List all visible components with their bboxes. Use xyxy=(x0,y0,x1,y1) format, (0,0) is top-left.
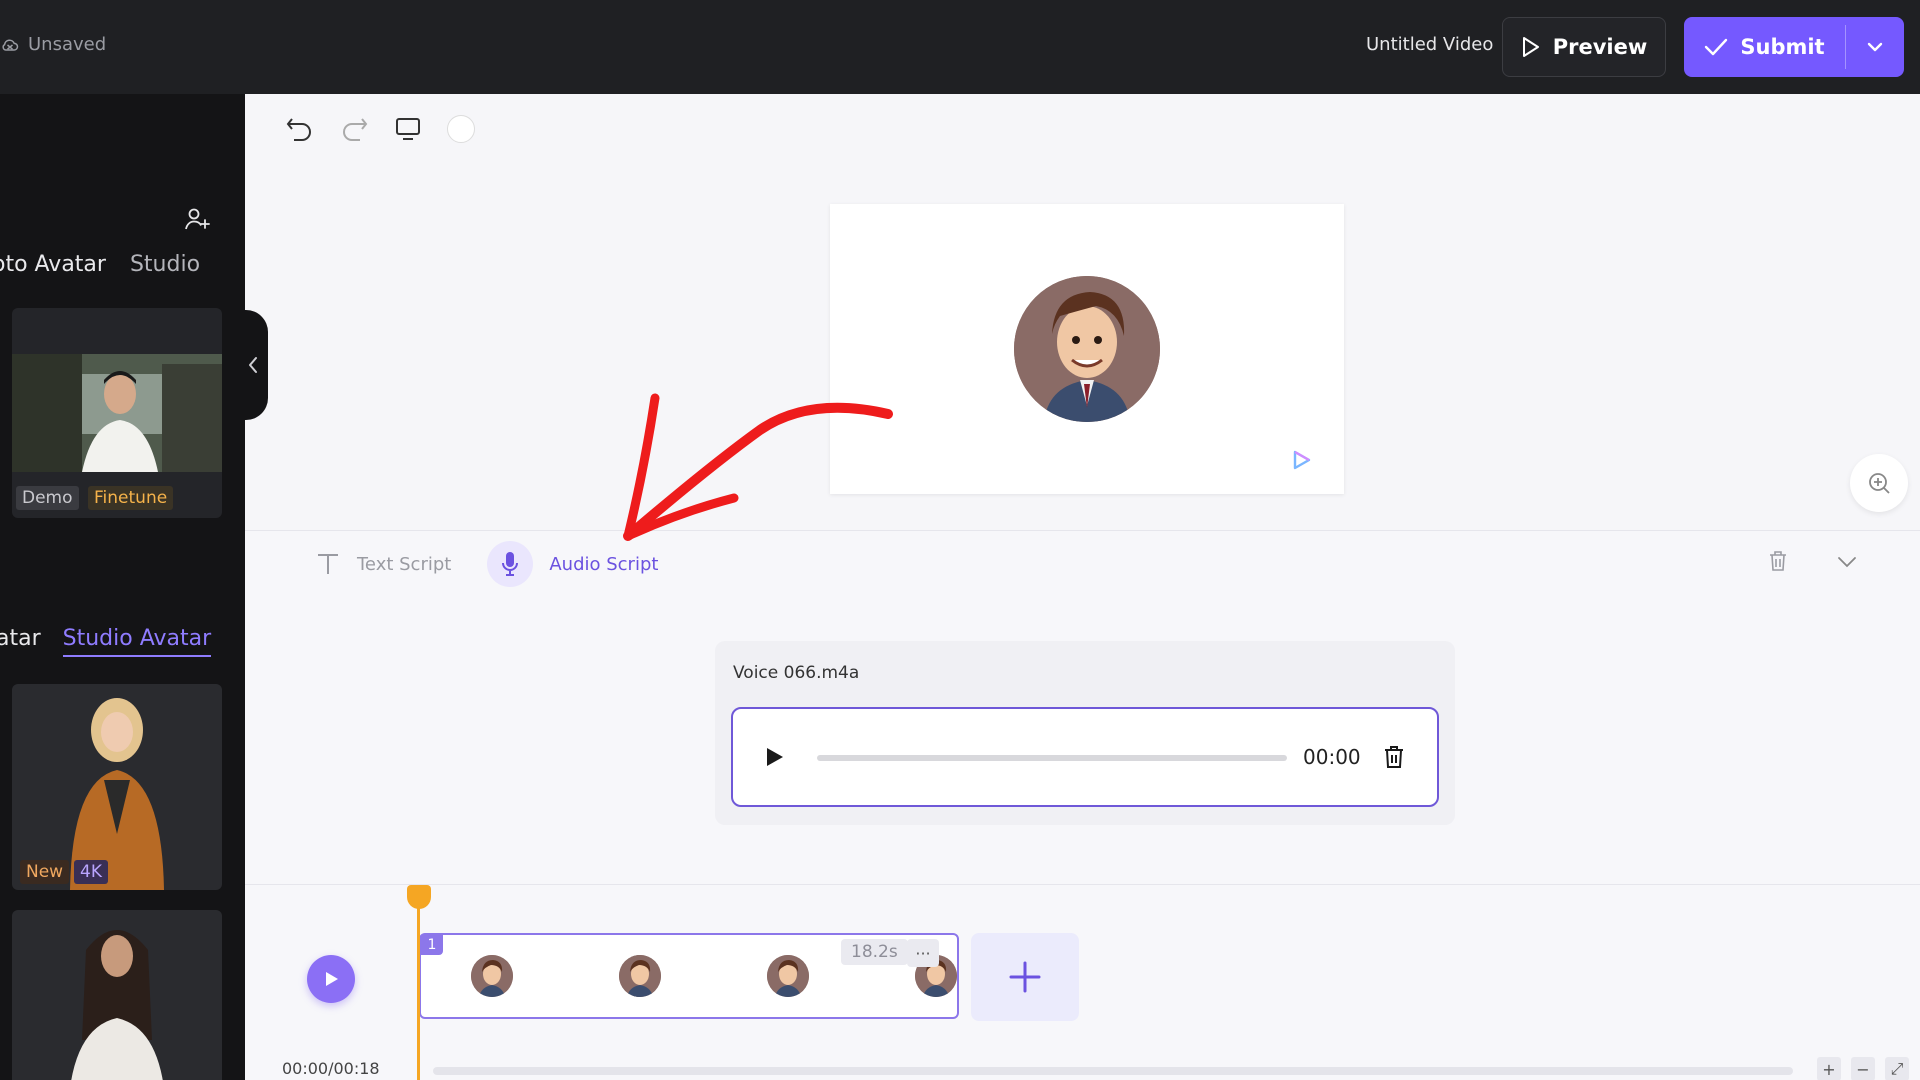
plus-icon xyxy=(1009,961,1041,993)
audio-progress-track[interactable] xyxy=(817,755,1287,761)
avatar-card-woman-blonde[interactable]: New 4K xyxy=(12,684,222,890)
expand-icon: ⤢ xyxy=(1890,1059,1904,1078)
add-user-icon[interactable] xyxy=(184,206,210,232)
avatar-sidebar: oto Avatar Studio Demo Finetune atar Stu… xyxy=(0,94,245,1080)
sidebar-collapse-button[interactable] xyxy=(238,310,268,420)
unsaved-status: Unsaved xyxy=(0,34,106,55)
clip-thumbnail xyxy=(471,955,513,997)
new-badge: New xyxy=(20,860,70,884)
play-icon xyxy=(326,972,338,986)
redo-icon xyxy=(343,118,368,141)
tab-text-script[interactable]: Text Script xyxy=(315,551,451,577)
undo-button[interactable] xyxy=(285,114,315,144)
clip-duration: 18.2s xyxy=(841,939,908,965)
collapse-script-button[interactable] xyxy=(1837,553,1857,572)
4k-badge: 4K xyxy=(74,860,108,884)
avatar-photo xyxy=(12,354,222,472)
tab-studio-avatar[interactable]: Studio Avatar xyxy=(62,626,212,657)
minus-icon: − xyxy=(1856,1059,1870,1079)
playhead-handle[interactable] xyxy=(407,885,431,909)
unsaved-label: Unsaved xyxy=(28,34,107,55)
red-arrow-annotation xyxy=(623,393,893,541)
avatar-card-demo[interactable]: Demo Finetune xyxy=(12,308,222,518)
playhead-line[interactable] xyxy=(417,899,420,1080)
avatar-type-tabs: oto Avatar Studio xyxy=(0,252,200,277)
tab-photo-avatar[interactable]: oto Avatar xyxy=(0,252,106,277)
timeline-zoom-out-button[interactable]: − xyxy=(1851,1057,1875,1080)
mic-icon-bg xyxy=(487,541,534,587)
timeline-zoom-in-button[interactable]: + xyxy=(1817,1057,1841,1080)
audio-player: 00:00 xyxy=(731,707,1439,807)
plus-icon: + xyxy=(1822,1059,1836,1079)
scene-number: 1 xyxy=(421,935,443,955)
play-outline-icon xyxy=(1522,37,1539,57)
submit-button-group: Submit xyxy=(1684,17,1904,77)
scene-clip[interactable]: 1 18.2s ··· xyxy=(419,933,959,1019)
preview-button[interactable]: Preview xyxy=(1502,17,1666,77)
clip-thumbnail xyxy=(619,955,661,997)
microphone-icon xyxy=(502,552,519,576)
text-t-icon xyxy=(318,554,338,574)
zoom-in-icon xyxy=(1869,473,1890,494)
tab-studio[interactable]: Studio xyxy=(130,252,200,277)
undo-icon xyxy=(286,118,311,141)
editor-toolbar xyxy=(285,114,475,144)
watermark-logo-icon xyxy=(1293,450,1311,470)
clip-thumbnail xyxy=(767,955,809,997)
tab-avatar[interactable]: atar xyxy=(0,626,41,657)
video-title[interactable]: Untitled Video xyxy=(1366,34,1493,55)
submit-label: Submit xyxy=(1740,35,1825,59)
cartoon-avatar[interactable] xyxy=(1014,276,1160,422)
cloud-off-icon xyxy=(2,39,19,51)
audio-script-label: Audio Script xyxy=(549,553,659,575)
timeline-play-button[interactable] xyxy=(307,955,355,1003)
chevron-left-icon xyxy=(249,357,257,373)
top-bar: Unsaved Untitled Video Preview Submit xyxy=(0,0,1920,94)
timeline-panel: 1 18.2s ··· 00:00/00:18 + − ⤢ xyxy=(245,884,1920,1080)
clip-more-button[interactable]: ··· xyxy=(907,939,939,967)
delete-script-button[interactable] xyxy=(1769,551,1787,575)
timeline-zoom-controls: + − ⤢ xyxy=(1817,1057,1909,1080)
add-scene-button[interactable] xyxy=(971,933,1079,1021)
audio-time: 00:00 xyxy=(1303,745,1361,769)
background-color-swatch[interactable] xyxy=(447,115,475,143)
chevron-down-icon xyxy=(1867,42,1883,52)
redo-button[interactable] xyxy=(339,114,369,144)
play-icon xyxy=(767,748,783,766)
script-panel: Text Script Audio Script Voice 066.m4a 0… xyxy=(245,530,1920,884)
preview-label: Preview xyxy=(1552,35,1648,59)
audio-play-button[interactable] xyxy=(763,745,785,773)
timeline-fit-button[interactable]: ⤢ xyxy=(1885,1057,1909,1080)
timeline-timecode: 00:00/00:18 xyxy=(282,1059,380,1078)
trash-icon xyxy=(1385,746,1403,768)
text-script-label: Text Script xyxy=(357,553,452,575)
cartoon-man-image xyxy=(1014,276,1160,422)
delete-audio-button[interactable] xyxy=(1383,745,1405,773)
script-mode-tabs: Text Script Audio Script xyxy=(315,541,658,587)
chevron-down-icon xyxy=(1838,557,1856,568)
trash-icon xyxy=(1770,551,1786,571)
submit-button[interactable]: Submit xyxy=(1684,17,1845,77)
audio-file-name: Voice 066.m4a xyxy=(733,663,860,683)
avatar-card-woman-dark-hair[interactable] xyxy=(12,910,222,1080)
canvas-zoom-button[interactable] xyxy=(1850,454,1908,512)
aspect-ratio-button[interactable] xyxy=(393,114,423,144)
man-portrait-image xyxy=(12,354,222,472)
submit-dropdown-button[interactable] xyxy=(1846,17,1904,77)
audio-file-card: Voice 066.m4a 00:00 xyxy=(715,641,1455,825)
woman-dark-hair-image xyxy=(71,930,163,1080)
monitor-icon xyxy=(396,118,420,140)
demo-badge: Demo xyxy=(16,486,79,510)
avatar-category-tabs: atar Studio Avatar xyxy=(0,626,212,657)
timeline-scrollbar[interactable] xyxy=(433,1067,1793,1075)
check-icon xyxy=(1705,38,1728,56)
finetune-badge: Finetune xyxy=(88,486,174,510)
